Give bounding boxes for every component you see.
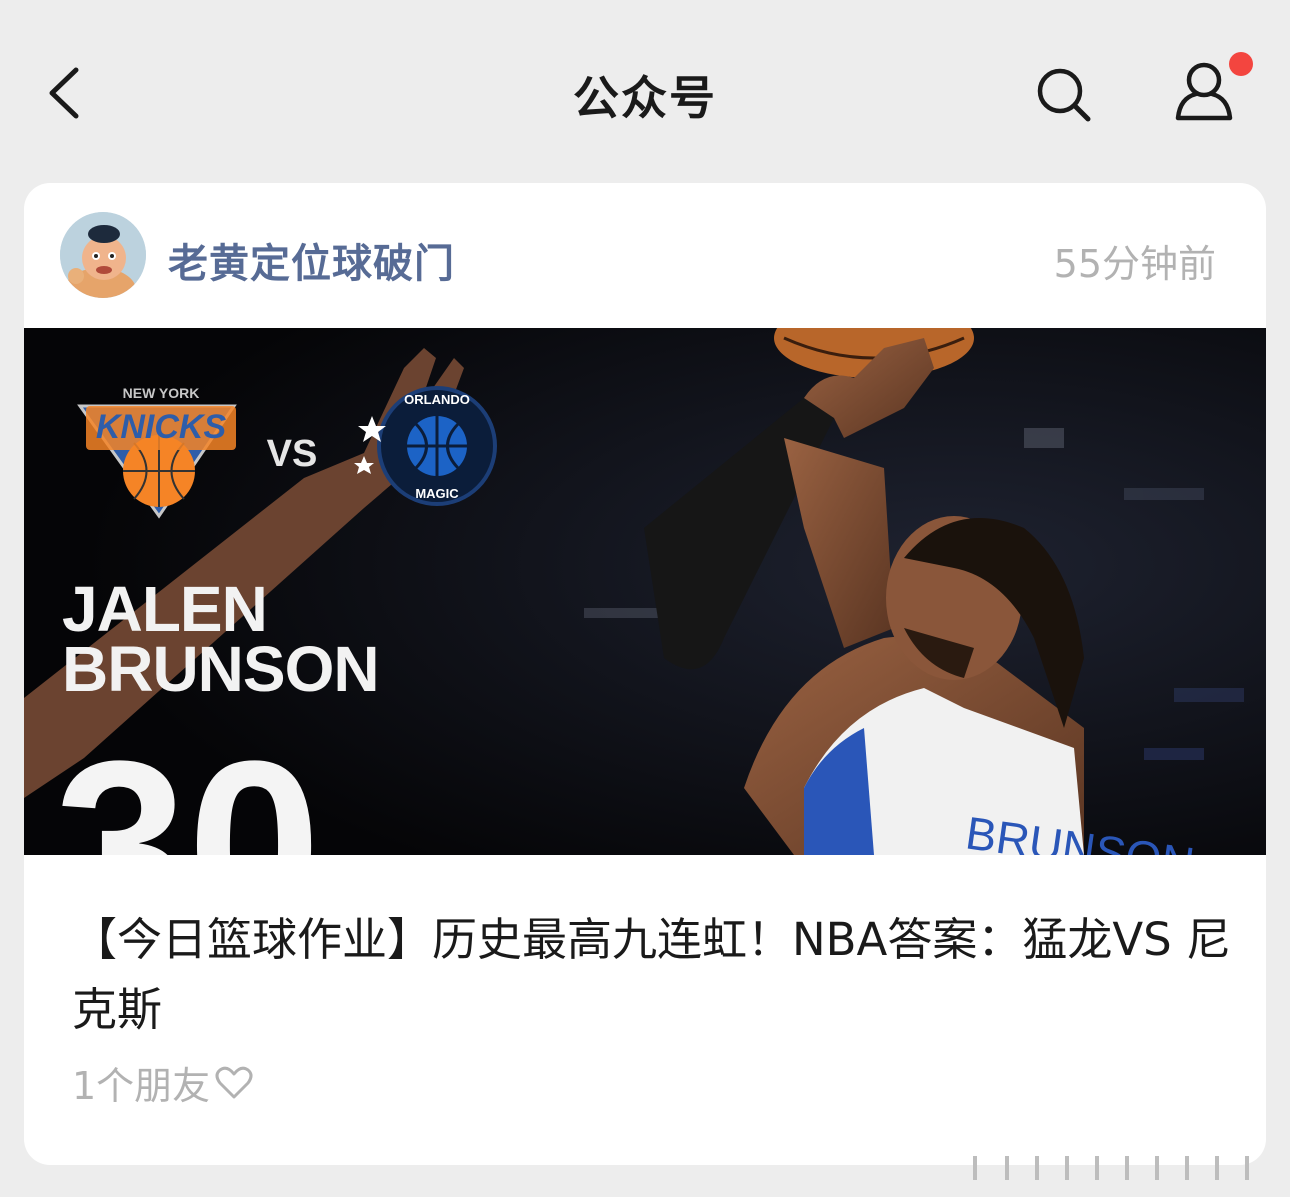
player-last-name: BRUNSON <box>62 633 379 705</box>
vs-text: VS <box>267 433 318 475</box>
article-cover-image[interactable]: KNICKS NEW YORK VS ORLANDO MAGIC JALEN B… <box>24 328 1266 855</box>
magic-text: MAGIC <box>415 486 459 501</box>
chevron-left-icon <box>49 67 79 119</box>
magic-city-text: ORLANDO <box>404 392 470 407</box>
notification-dot <box>1229 52 1253 76</box>
top-navbar: 公众号 <box>0 0 1290 185</box>
friends-row[interactable]: 1个朋友 <box>72 1055 254 1110</box>
heart-icon[interactable] <box>214 1063 254 1103</box>
account-name[interactable]: 老黄定位球破门 <box>168 231 455 289</box>
account-avatar[interactable] <box>60 212 146 298</box>
search-button[interactable] <box>1030 60 1100 130</box>
knicks-city-text: NEW YORK <box>123 385 200 401</box>
article-title[interactable]: 【今日篮球作业】历史最高九连虹！NBA答案：猛龙VS 尼克斯 <box>72 905 1232 1045</box>
profile-button[interactable] <box>1168 52 1258 132</box>
knicks-text: KNICKS <box>96 408 227 446</box>
image-overflow-strip <box>973 1156 1249 1180</box>
player-number: 30 <box>54 711 321 855</box>
back-button[interactable] <box>38 58 98 128</box>
search-icon <box>1037 68 1091 122</box>
post-time: 55分钟前 <box>1053 242 1216 286</box>
card-header: 老黄定位球破门 55分钟前 <box>24 183 1266 328</box>
article-card[interactable]: 老黄定位球破门 55分钟前 KNICKS NEW YORK VS ORLANDO… <box>24 183 1266 1165</box>
friends-text: 1个朋友 <box>72 1064 211 1108</box>
